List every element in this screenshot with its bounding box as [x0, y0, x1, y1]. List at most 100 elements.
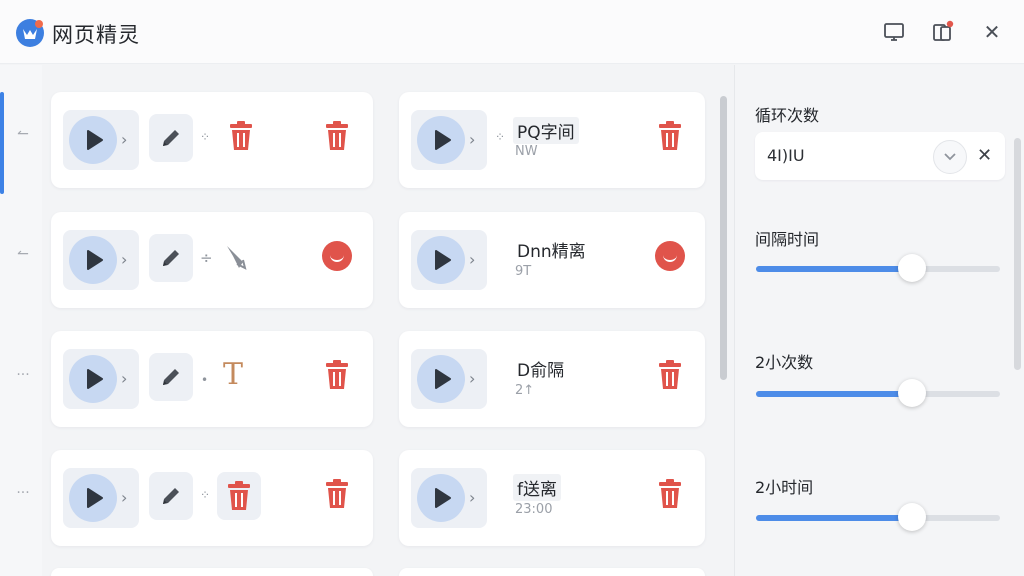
play-group[interactable]: › — [63, 349, 139, 409]
play-icon — [87, 488, 103, 508]
count-slider[interactable] — [756, 379, 1000, 407]
loop-count-select[interactable]: 4I)IU ✕ — [755, 132, 1005, 180]
play-group[interactable]: › — [63, 230, 139, 290]
text-t-icon[interactable]: T — [223, 357, 243, 392]
play-icon — [435, 488, 451, 508]
record-circle-icon[interactable] — [322, 241, 352, 271]
chevron-right-icon: › — [121, 488, 128, 507]
action-card[interactable]: › ⁘ — [51, 450, 373, 546]
play-group[interactable]: › — [63, 110, 139, 170]
dot-icon: • — [201, 373, 209, 387]
close-button[interactable]: ✕ — [980, 20, 1004, 44]
drag-handle-3[interactable]: ··· — [12, 368, 34, 382]
chevron-right-icon: › — [121, 369, 128, 388]
panel-scrollbar[interactable] — [1014, 138, 1021, 370]
active-indicator — [0, 92, 4, 194]
play-icon — [435, 130, 451, 150]
chevron-right-icon: › — [121, 250, 128, 269]
pencil-icon — [163, 130, 179, 146]
chevron-right-icon: › — [469, 130, 476, 149]
play-icon — [435, 250, 451, 270]
delete-icon[interactable] — [323, 120, 351, 152]
action-card[interactable]: › ⁘ — [51, 92, 373, 188]
pencil-icon — [163, 250, 179, 266]
delete-icon[interactable] — [323, 478, 351, 510]
sparkle-icon: ⁘ — [200, 488, 211, 502]
play-button[interactable] — [417, 355, 465, 403]
step-card[interactable]: › Dnn精离 9T — [399, 212, 705, 308]
play-group[interactable]: › — [63, 468, 139, 528]
clear-icon[interactable]: ✕ — [977, 145, 992, 166]
play-icon — [87, 130, 103, 150]
time-slider-fill — [756, 515, 913, 521]
device-notification-button[interactable] — [931, 20, 955, 44]
delete-icon[interactable] — [656, 359, 684, 391]
device-notification-icon — [933, 20, 954, 41]
play-button[interactable] — [69, 116, 117, 164]
edit-button[interactable] — [149, 234, 193, 282]
play-button[interactable] — [417, 474, 465, 522]
pencil-icon — [163, 369, 179, 385]
interval-label: 间隔时间 — [755, 230, 820, 249]
play-group[interactable]: › — [411, 230, 487, 290]
monitor-icon — [884, 23, 904, 41]
count-slider-knob[interactable] — [898, 379, 927, 407]
step-card[interactable]: › D俞隔 2↑ — [399, 331, 705, 427]
action-card[interactable]: › • T — [51, 331, 373, 427]
chevron-right-icon: › — [469, 250, 476, 269]
interval-slider[interactable] — [756, 254, 1000, 282]
loop-count-value: 4I)IU — [767, 146, 805, 165]
interval-slider-knob[interactable] — [898, 254, 927, 282]
play-button[interactable] — [69, 355, 117, 403]
sparkle-icon: ⁘ — [200, 130, 211, 144]
step-subtitle: NW — [515, 144, 538, 159]
play-button[interactable] — [417, 116, 465, 164]
record-circle-icon[interactable] — [655, 241, 685, 271]
loop-count-label: 循环次数 — [755, 106, 820, 125]
trash-button[interactable] — [217, 472, 261, 520]
step-subtitle: 23:00 — [515, 502, 553, 517]
time-label: 2小时间 — [755, 478, 814, 497]
step-title: D俞隔 — [517, 361, 565, 381]
step-card[interactable]: › f送离 23:00 — [399, 450, 705, 546]
play-button[interactable] — [69, 474, 117, 522]
action-card-partial — [51, 568, 373, 576]
plus-minus-icon: ÷ — [200, 249, 213, 267]
app-logo-icon — [16, 19, 44, 47]
chevron-down-icon — [944, 153, 956, 161]
delete-icon[interactable] — [656, 120, 684, 152]
list-scrollbar[interactable] — [720, 96, 727, 380]
drag-handle-2[interactable]: ↼ — [12, 247, 34, 261]
trash-icon[interactable] — [227, 120, 255, 152]
edit-button[interactable] — [149, 114, 193, 162]
dropdown-button[interactable] — [933, 140, 967, 174]
interval-slider-fill — [756, 266, 913, 272]
step-title: Dnn精离 — [517, 242, 586, 262]
action-card[interactable]: › ÷ — [51, 212, 373, 308]
step-title: f送离 — [513, 474, 561, 501]
drag-handle-1[interactable]: ↼ — [12, 127, 34, 141]
play-button[interactable] — [69, 236, 117, 284]
delete-icon[interactable] — [656, 478, 684, 510]
count-slider-fill — [756, 391, 913, 397]
play-icon — [87, 250, 103, 270]
wrench-icon[interactable] — [223, 242, 249, 272]
time-slider-knob[interactable] — [898, 503, 927, 531]
count-label: 2小次数 — [755, 353, 814, 372]
drag-handle-4[interactable]: ··· — [12, 486, 34, 500]
pencil-icon — [163, 488, 179, 504]
play-group[interactable]: › — [411, 468, 487, 528]
delete-icon[interactable] — [323, 359, 351, 391]
step-title: PQ字间 — [513, 117, 579, 144]
edit-button[interactable] — [149, 472, 193, 520]
play-group[interactable]: › — [411, 349, 487, 409]
title-bar: 网页精灵 ✕ — [0, 0, 1024, 64]
play-button[interactable] — [417, 236, 465, 284]
chevron-right-icon: › — [469, 488, 476, 507]
edit-button[interactable] — [149, 353, 193, 401]
step-card[interactable]: › ⁘ PQ字间 NW — [399, 92, 705, 188]
time-slider[interactable] — [756, 503, 1000, 531]
play-group[interactable]: › — [411, 110, 487, 170]
app-title: 网页精灵 — [52, 23, 140, 47]
monitor-button[interactable] — [882, 20, 906, 44]
